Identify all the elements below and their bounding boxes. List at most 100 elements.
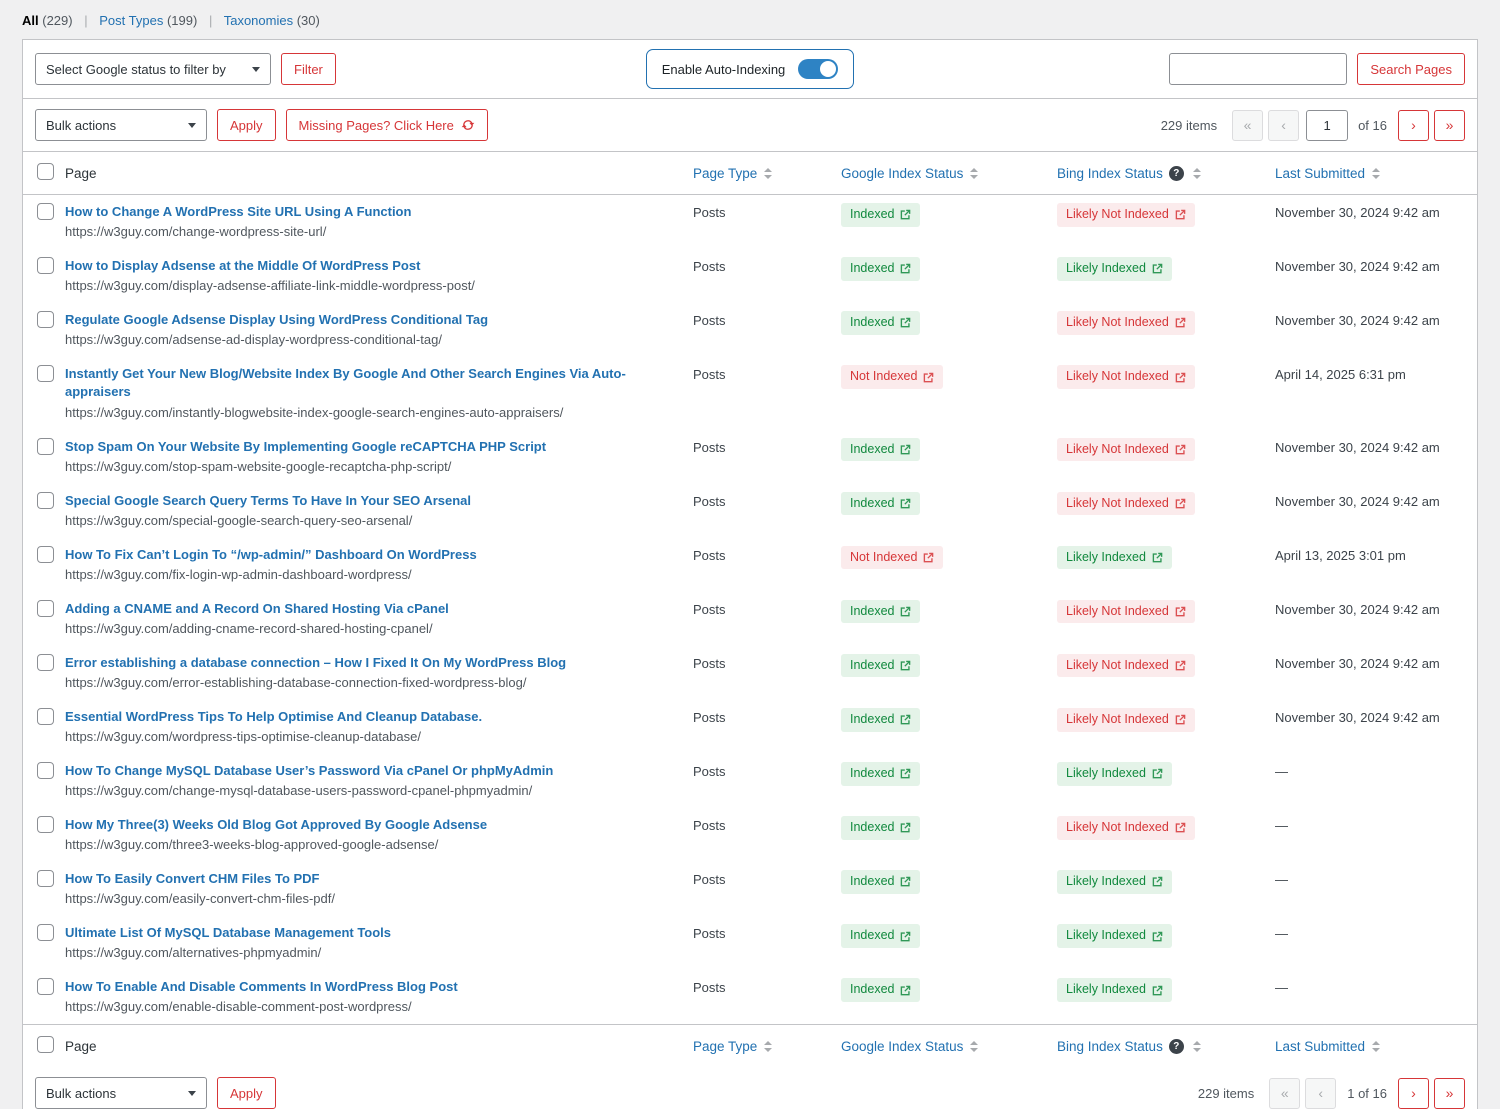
- current-page-input[interactable]: [1306, 110, 1348, 141]
- search-input[interactable]: [1169, 53, 1347, 85]
- apply-button-bottom[interactable]: Apply: [217, 1077, 276, 1109]
- external-link-icon: [1175, 317, 1186, 328]
- bing-status-badge[interactable]: Likely Not Indexed: [1057, 654, 1195, 678]
- help-icon[interactable]: ?: [1169, 166, 1184, 181]
- google-status-badge[interactable]: Indexed: [841, 978, 920, 1002]
- last-page-button[interactable]: »: [1434, 110, 1465, 141]
- bing-status-badge[interactable]: Likely Not Indexed: [1057, 708, 1195, 732]
- google-status-filter-select[interactable]: Select Google status to filter by: [35, 53, 271, 85]
- sort-page-type[interactable]: Page Type: [693, 166, 772, 181]
- sort-google-status[interactable]: Google Index Status: [841, 166, 978, 181]
- row-checkbox[interactable]: [37, 816, 54, 833]
- sort-last-submitted[interactable]: Last Submitted: [1275, 1039, 1380, 1054]
- google-status-badge[interactable]: Indexed: [841, 924, 920, 948]
- auto-indexing-toggle[interactable]: [798, 59, 838, 79]
- bing-status-badge[interactable]: Likely Indexed: [1057, 978, 1172, 1002]
- google-status-badge[interactable]: Indexed: [841, 311, 920, 335]
- filter-link-taxonomies[interactable]: Taxonomies (30): [224, 13, 320, 28]
- page-title-link[interactable]: How to Change A WordPress Site URL Using…: [65, 203, 411, 221]
- google-status-badge[interactable]: Indexed: [841, 708, 920, 732]
- row-checkbox[interactable]: [37, 708, 54, 725]
- row-checkbox[interactable]: [37, 438, 54, 455]
- bing-status-badge[interactable]: Likely Indexed: [1057, 870, 1172, 894]
- row-checkbox[interactable]: [37, 365, 54, 382]
- row-checkbox[interactable]: [37, 203, 54, 220]
- external-link-icon: [900, 263, 911, 274]
- google-status-badge[interactable]: Indexed: [841, 762, 920, 786]
- page-type: Posts: [693, 440, 726, 455]
- row-checkbox[interactable]: [37, 654, 54, 671]
- sort-last-submitted[interactable]: Last Submitted: [1275, 166, 1380, 181]
- status-label: Indexed: [850, 442, 894, 458]
- search-pages-button[interactable]: Search Pages: [1357, 53, 1465, 85]
- sort-page-type[interactable]: Page Type: [693, 1039, 772, 1054]
- row-checkbox[interactable]: [37, 924, 54, 941]
- select-all-checkbox[interactable]: [37, 1036, 54, 1053]
- row-checkbox[interactable]: [37, 978, 54, 995]
- last-page-button[interactable]: »: [1434, 1078, 1465, 1109]
- bulk-actions-select-bottom[interactable]: Bulk actions: [35, 1077, 207, 1109]
- google-status-badge[interactable]: Indexed: [841, 600, 920, 624]
- google-status-badge[interactable]: Indexed: [841, 870, 920, 894]
- row-checkbox[interactable]: [37, 492, 54, 509]
- page-title-link[interactable]: How To Easily Convert CHM Files To PDF: [65, 870, 320, 888]
- google-status-badge[interactable]: Indexed: [841, 438, 920, 462]
- google-status-badge[interactable]: Not Indexed: [841, 546, 943, 570]
- missing-pages-button[interactable]: Missing Pages? Click Here: [286, 109, 488, 141]
- sort-google-status[interactable]: Google Index Status: [841, 1039, 978, 1054]
- page-title-link[interactable]: Ultimate List Of MySQL Database Manageme…: [65, 924, 391, 942]
- apply-button-top[interactable]: Apply: [217, 109, 276, 141]
- select-all-checkbox[interactable]: [37, 163, 54, 180]
- help-icon[interactable]: ?: [1169, 1039, 1184, 1054]
- page-title-link[interactable]: How To Enable And Disable Comments In Wo…: [65, 978, 458, 996]
- page-title-link[interactable]: Error establishing a database connection…: [65, 654, 566, 672]
- page-title-link[interactable]: How To Change MySQL Database User’s Pass…: [65, 762, 553, 780]
- bing-status-badge[interactable]: Likely Not Indexed: [1057, 203, 1195, 227]
- page-title-link[interactable]: Special Google Search Query Terms To Hav…: [65, 492, 471, 510]
- bing-status-badge[interactable]: Likely Not Indexed: [1057, 492, 1195, 516]
- page-title-link[interactable]: Regulate Google Adsense Display Using Wo…: [65, 311, 488, 329]
- google-status-badge[interactable]: Not Indexed: [841, 365, 943, 389]
- page-title-link[interactable]: Essential WordPress Tips To Help Optimis…: [65, 708, 482, 726]
- bulk-actions-select-top[interactable]: Bulk actions: [35, 109, 207, 141]
- filter-link-all[interactable]: All (229): [22, 13, 73, 28]
- page-title-link[interactable]: How To Fix Can’t Login To “/wp-admin/” D…: [65, 546, 477, 564]
- bing-status-badge[interactable]: Likely Not Indexed: [1057, 600, 1195, 624]
- external-link-icon: [900, 209, 911, 220]
- status-label: Likely Not Indexed: [1066, 496, 1169, 512]
- google-status-badge[interactable]: Indexed: [841, 257, 920, 281]
- sort-bing-status[interactable]: Bing Index Status?: [1057, 166, 1201, 181]
- google-status-badge[interactable]: Indexed: [841, 203, 920, 227]
- status-label: Indexed: [850, 496, 894, 512]
- bing-status-badge[interactable]: Likely Indexed: [1057, 762, 1172, 786]
- external-link-icon: [1175, 822, 1186, 833]
- page-title-link[interactable]: How My Three(3) Weeks Old Blog Got Appro…: [65, 816, 487, 834]
- sort-bing-status[interactable]: Bing Index Status?: [1057, 1039, 1201, 1054]
- page-title-link[interactable]: Adding a CNAME and A Record On Shared Ho…: [65, 600, 449, 618]
- google-status-badge[interactable]: Indexed: [841, 816, 920, 840]
- bing-status-badge[interactable]: Likely Not Indexed: [1057, 438, 1195, 462]
- row-checkbox[interactable]: [37, 311, 54, 328]
- row-checkbox[interactable]: [37, 600, 54, 617]
- table-row: How To Change MySQL Database User’s Pass…: [23, 754, 1477, 808]
- bing-status-badge[interactable]: Likely Not Indexed: [1057, 365, 1195, 389]
- filter-button[interactable]: Filter: [281, 53, 336, 85]
- bing-status-badge[interactable]: Likely Not Indexed: [1057, 311, 1195, 335]
- filter-link-post-types[interactable]: Post Types (199): [99, 13, 197, 28]
- next-page-button[interactable]: ›: [1398, 1078, 1429, 1109]
- page-title-link[interactable]: Instantly Get Your New Blog/Website Inde…: [65, 365, 673, 401]
- google-status-badge[interactable]: Indexed: [841, 654, 920, 678]
- page-title-link[interactable]: Stop Spam On Your Website By Implementin…: [65, 438, 546, 456]
- bing-status-badge[interactable]: Likely Not Indexed: [1057, 816, 1195, 840]
- bing-status-badge[interactable]: Likely Indexed: [1057, 257, 1172, 281]
- status-label: Indexed: [850, 207, 894, 223]
- row-checkbox[interactable]: [37, 257, 54, 274]
- row-checkbox[interactable]: [37, 870, 54, 887]
- page-title-link[interactable]: How to Display Adsense at the Middle Of …: [65, 257, 420, 275]
- google-status-badge[interactable]: Indexed: [841, 492, 920, 516]
- row-checkbox[interactable]: [37, 546, 54, 563]
- row-checkbox[interactable]: [37, 762, 54, 779]
- bing-status-badge[interactable]: Likely Indexed: [1057, 546, 1172, 570]
- next-page-button[interactable]: ›: [1398, 110, 1429, 141]
- bing-status-badge[interactable]: Likely Indexed: [1057, 924, 1172, 948]
